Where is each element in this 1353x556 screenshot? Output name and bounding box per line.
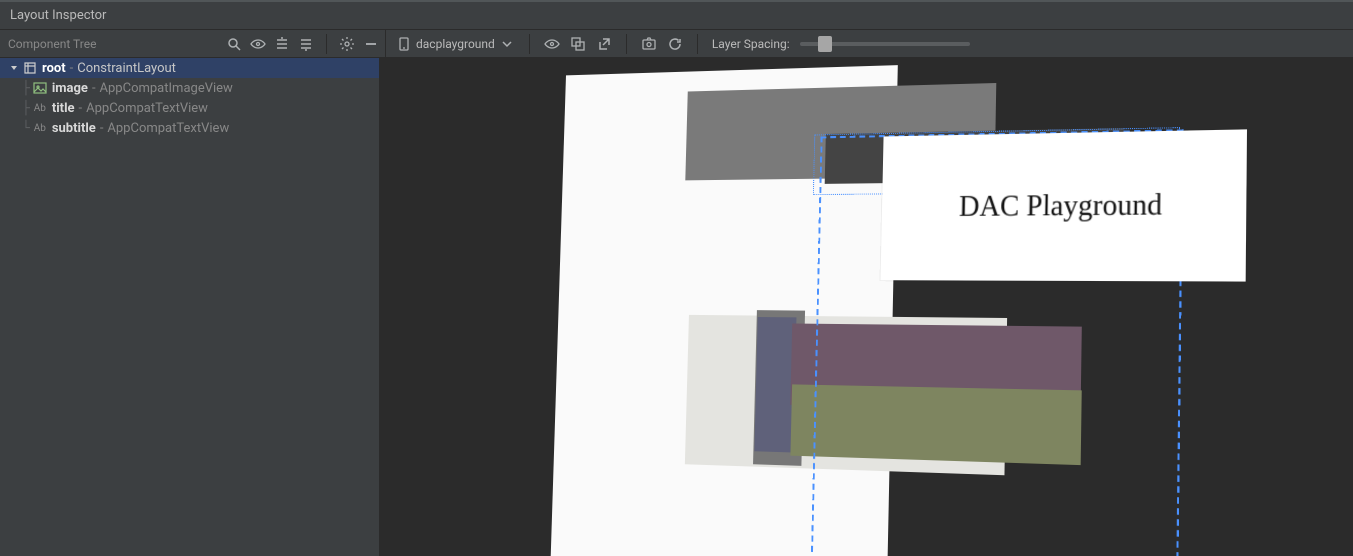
process-name: dacplayground [416,37,495,51]
tree-node-subtitle[interactable]: └ Ab subtitle - AppCompatTextView [0,118,379,138]
node-name: title [52,101,75,116]
tree-node-title[interactable]: ├ Ab title - AppCompatTextView [0,98,379,118]
node-name: root [42,61,66,76]
text-icon: Ab [32,120,48,136]
overlay-icon[interactable] [570,36,586,52]
process-selector[interactable]: dacplayground [396,36,515,52]
separator [529,34,530,54]
minimize-icon[interactable] [363,36,379,52]
gear-icon[interactable] [339,36,355,52]
slider-thumb[interactable] [818,36,832,52]
collapse-all-icon[interactable] [298,36,314,52]
window-titlebar: Layout Inspector [0,0,1353,30]
chevron-down-icon[interactable] [8,62,20,74]
node-name: image [52,81,88,96]
text-icon: Ab [32,100,48,116]
tree-tools [220,30,386,57]
image-icon [32,80,48,96]
toolbar: Component Tree dacplayground Layer Spaci… [0,30,1353,58]
separator [326,34,327,54]
layout-3d-viewer[interactable]: DAC Playground [380,58,1353,556]
node-type: AppCompatTextView [86,101,208,116]
layer-spacing-slider[interactable] [800,42,970,46]
component-tree-header: Component Tree [0,30,220,57]
device-icon [396,36,412,52]
tree-node-root[interactable]: root - ConstraintLayout [0,58,379,78]
node-type: ConstraintLayout [77,61,176,76]
search-icon[interactable] [226,36,242,52]
eye-icon[interactable] [250,36,266,52]
layer-spacing-label: Layer Spacing: [712,37,790,51]
expand-all-icon[interactable] [274,36,290,52]
component-tree: root - ConstraintLayout ├ image - AppCom… [0,58,380,556]
layer-title-card[interactable]: DAC Playground [881,129,1248,281]
snapshot-icon[interactable] [641,36,657,52]
window-title: Layout Inspector [10,8,106,23]
layout-icon [22,60,38,76]
node-name: subtitle [52,121,96,136]
layer-subtitle-text[interactable] [790,384,1081,465]
separator [697,34,698,54]
eye-icon[interactable] [544,36,560,52]
refresh-icon[interactable] [667,36,683,52]
node-type: AppCompatTextView [107,121,229,136]
render-title-text: DAC Playground [959,189,1163,224]
node-type: AppCompatImageView [100,81,233,96]
separator [626,34,627,54]
export-icon[interactable] [596,36,612,52]
viewer-tools: dacplayground Layer Spacing: [386,30,1353,57]
tree-node-image[interactable]: ├ image - AppCompatImageView [0,78,379,98]
chevron-down-icon [499,36,515,52]
